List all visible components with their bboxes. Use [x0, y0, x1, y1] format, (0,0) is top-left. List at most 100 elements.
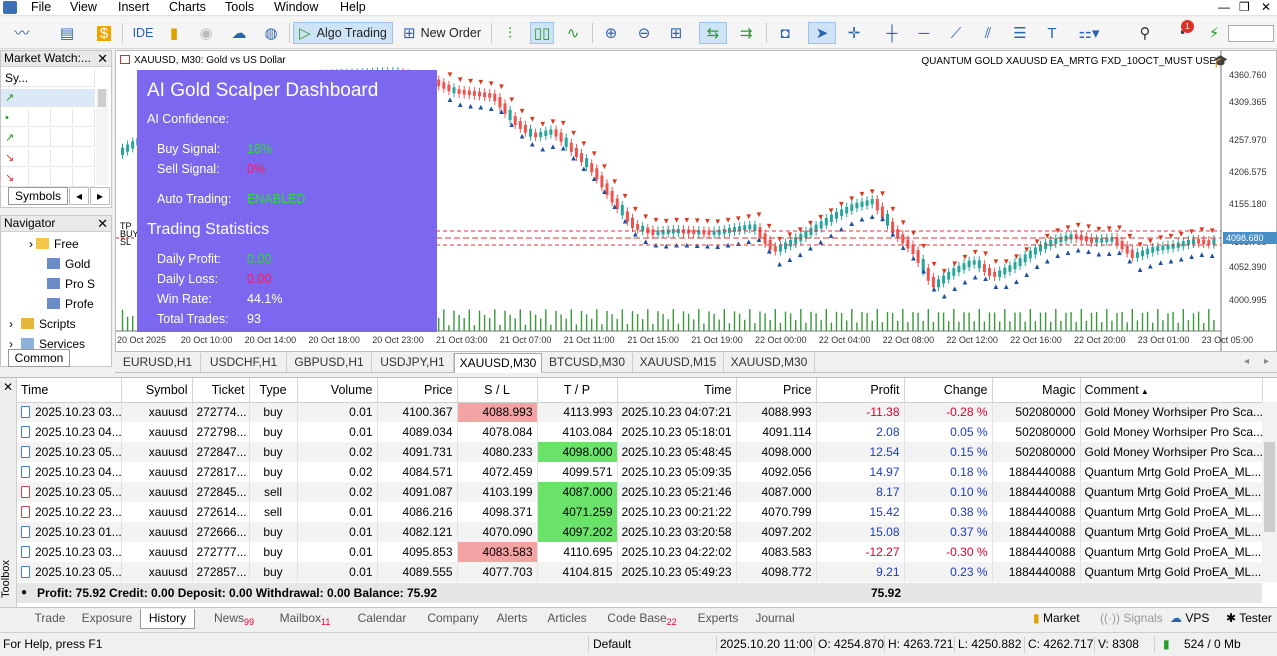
scroll-left-icon[interactable]: ◂ [69, 187, 89, 205]
menu-insert[interactable]: Insert [118, 0, 149, 15]
market-watch-cell[interactable] [29, 149, 51, 167]
col-symbol-header[interactable]: Symbol [121, 378, 193, 403]
history-scrollbar[interactable] [1262, 402, 1277, 582]
vps-tab[interactable]: ☁ VPS [1170, 611, 1209, 625]
market-watch-cell[interactable] [51, 149, 73, 167]
col-open-time-header[interactable]: Time [17, 378, 122, 403]
market-watch-cell[interactable] [73, 109, 95, 127]
autoscroll-icon[interactable]: ⇉ [733, 22, 759, 44]
col-close-time-header[interactable]: Time [617, 378, 737, 403]
chart-shift-icon[interactable]: ⇆ [699, 22, 727, 44]
toolbar-search-input[interactable] [1228, 25, 1274, 42]
menu-tools[interactable]: Tools [225, 0, 254, 15]
vertical-line-icon[interactable]: ┼ [882, 22, 902, 44]
channel-icon[interactable]: ⫽ [977, 22, 999, 44]
navigator-item-free[interactable]: › Free [1, 234, 79, 254]
bar-chart-icon[interactable]: ⫶ [500, 22, 520, 44]
cloud-icon[interactable]: ☁ [228, 22, 250, 44]
notifications-icon[interactable]: ◔ 1 [1168, 20, 1194, 44]
menu-view[interactable]: View [70, 0, 97, 15]
tab-xauusd-m30-2[interactable]: XAUUSD,M30 [724, 353, 815, 373]
market-watch-cell[interactable] [51, 169, 73, 187]
market-watch-cell[interactable] [51, 109, 73, 127]
market-watch-cell[interactable] [51, 89, 73, 107]
market-watch-cell[interactable] [51, 129, 73, 147]
navigator-item-scripts[interactable]: › Scripts [1, 314, 76, 334]
tab-xauusd-m15[interactable]: XAUUSD,M15 [633, 353, 724, 373]
col-close-price-header[interactable]: Price [736, 378, 817, 403]
table-row[interactable]: 2025.10.23 01... xauusd 272666... buy 0.01 40… [17, 522, 1263, 542]
tab-exposure[interactable]: Exposure [79, 609, 135, 629]
menu-charts[interactable]: Charts [169, 0, 206, 15]
horizontal-line-icon[interactable]: ─ [914, 22, 934, 44]
scroll-left-icon[interactable]: ◂ [1244, 356, 1249, 367]
table-row[interactable]: 2025.10.23 03... xauusd 272777... buy 0.01 40… [17, 542, 1263, 562]
tab-articles[interactable]: Articles [542, 609, 592, 629]
market-watch-header[interactable]: Sy... [1, 69, 95, 87]
navigator-item-profe[interactable]: Profe [1, 294, 94, 314]
shapes-icon[interactable]: ⚏▾ [1072, 22, 1106, 44]
globe-icon[interactable]: ◍ [260, 22, 282, 44]
menu-window[interactable]: Window [274, 0, 318, 15]
navigator-item-gold[interactable]: Gold [1, 254, 90, 274]
crosshair-icon[interactable]: ✛ [843, 22, 865, 44]
col-ticket-header[interactable]: Ticket [192, 378, 250, 403]
market-watch-cell[interactable] [73, 89, 95, 107]
col-price-header[interactable]: Price [377, 378, 458, 403]
market-watch-row-marker[interactable]: ↘ [1, 169, 29, 187]
signals-tab[interactable]: ((·)) Signals [1100, 611, 1163, 625]
menu-file[interactable]: File [31, 0, 51, 15]
tab-calendar[interactable]: Calendar [353, 609, 411, 629]
table-row[interactable]: 2025.10.22 23... xauusd 272614... sell 0.01 4… [17, 502, 1263, 522]
search-icon[interactable]: ⚲ [1135, 22, 1155, 44]
col-tp-header[interactable]: T / P [537, 378, 618, 403]
col-profit-header[interactable]: Profit [816, 378, 905, 403]
algo-trading-button[interactable]: ▷ Algo Trading [293, 22, 393, 44]
scroll-right-icon[interactable]: ▸ [90, 187, 110, 205]
tab-usdchf-h1[interactable]: USDCHF,H1 [201, 353, 287, 373]
col-sl-header[interactable]: S / L [457, 378, 538, 403]
market-watch-row-marker[interactable]: ↗ [1, 129, 29, 147]
close-icon[interactable]: ✕ [97, 216, 108, 231]
table-row[interactable]: 2025.10.23 04... xauusd 272817... buy 0.02 40… [17, 462, 1263, 482]
cursor-icon[interactable]: ➤ [808, 22, 836, 44]
candles-icon[interactable]: ▯▯ [530, 22, 554, 44]
status-profile[interactable]: Default [593, 633, 631, 655]
new-order-button[interactable]: ⊞ New Order [400, 22, 484, 44]
close-icon[interactable]: ✕ [1261, 0, 1271, 15]
tab-journal[interactable]: Journal [752, 609, 798, 629]
tab-mailbox[interactable]: Mailbox11 [272, 609, 338, 629]
line-chart-icon[interactable]: ∿ [562, 22, 584, 44]
restore-icon[interactable]: ❐ [1239, 0, 1250, 15]
navigator-item-pro[interactable]: Pro S [1, 274, 95, 294]
tab-experts[interactable]: Experts [694, 609, 742, 629]
market-watch-cell[interactable] [73, 169, 95, 187]
table-row[interactable]: 2025.10.23 04... xauusd 272798... buy 0.01 40… [17, 422, 1263, 442]
tab-alerts[interactable]: Alerts [492, 609, 532, 629]
tab-company[interactable]: Company [420, 609, 486, 629]
table-row[interactable]: 2025.10.23 05... xauusd 272847... buy 0.02 40… [17, 442, 1263, 462]
tab-news[interactable]: News99 [205, 609, 263, 629]
table-row[interactable]: 2025.10.23 03... xauusd 272774... buy 0.01 41… [17, 402, 1263, 422]
tab-code-base[interactable]: Code Base22 [601, 609, 683, 629]
market-watch-row-marker[interactable]: • [1, 109, 29, 127]
market-watch-cell[interactable] [73, 129, 95, 147]
table-row[interactable]: 2025.10.23 05... xauusd 272845... sell 0.02 4… [17, 482, 1263, 502]
market-watch-cell[interactable] [29, 109, 51, 127]
tab-xauusd-m30[interactable]: XAUUSD,M30 [454, 353, 542, 373]
market-watch-cell[interactable] [29, 169, 51, 187]
tab-eurusd-h1[interactable]: EURUSD,H1 [115, 353, 201, 373]
tab-gbpusd-h1[interactable]: GBPUSD,H1 [287, 353, 372, 373]
close-icon[interactable]: ✕ [3, 380, 13, 394]
radio-icon[interactable]: ◉ [196, 22, 216, 44]
market-watch-cell[interactable] [29, 129, 51, 147]
menu-help[interactable]: Help [340, 0, 366, 15]
text-icon[interactable]: T [1042, 22, 1062, 44]
col-comment-header[interactable]: Comment ▲ [1080, 378, 1263, 403]
screenshot-icon[interactable]: ◘ [774, 22, 796, 44]
zoom-out-icon[interactable]: ⊖ [633, 22, 655, 44]
trendline-icon[interactable]: ⟋ [945, 22, 967, 44]
col-volume-header[interactable]: Volume [297, 378, 378, 403]
lock-icon[interactable]: ▮ [164, 22, 184, 44]
ide-button[interactable]: IDE [130, 22, 156, 44]
